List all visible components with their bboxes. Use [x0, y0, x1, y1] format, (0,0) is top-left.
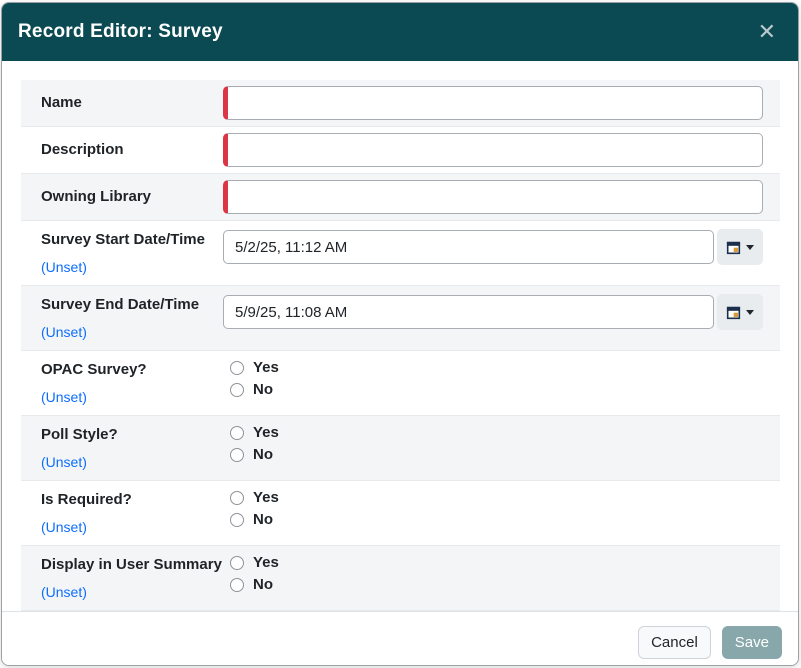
calendar-icon — [726, 240, 741, 255]
row-poll-style: Poll Style? (Unset) Yes No — [21, 416, 780, 481]
row-name: Name — [21, 80, 780, 127]
unset-link[interactable]: (Unset) — [41, 519, 87, 535]
unset-link[interactable]: (Unset) — [41, 454, 87, 470]
row-is-required: Is Required? (Unset) Yes No — [21, 481, 780, 546]
radio-icon[interactable] — [230, 426, 244, 440]
row-survey-end: Survey End Date/Time (Unset) — [21, 286, 780, 351]
is-required-radio-yes[interactable]: Yes — [230, 489, 763, 507]
row-description: Description — [21, 127, 780, 174]
dialog-header: Record Editor: Survey ✕ — [2, 3, 798, 61]
caret-down-icon — [746, 245, 754, 250]
unset-link[interactable]: (Unset) — [41, 584, 87, 600]
save-button[interactable]: Save — [722, 626, 782, 659]
radio-icon[interactable] — [230, 448, 244, 462]
radio-icon[interactable] — [230, 383, 244, 397]
display-in-user-summary-label: Display in User Summary — [41, 556, 223, 574]
description-input[interactable] — [223, 133, 763, 167]
is-required-radio-no[interactable]: No — [230, 511, 763, 529]
datepicker-toggle-button[interactable] — [717, 229, 763, 265]
is-required-label: Is Required? — [41, 491, 223, 509]
opac-survey-radio-no[interactable]: No — [230, 381, 763, 399]
poll-style-radio-yes[interactable]: Yes — [230, 424, 763, 442]
caret-down-icon — [746, 310, 754, 315]
dialog-footer: Cancel Save — [2, 611, 798, 666]
display-in-user-summary-radio-no[interactable]: No — [230, 576, 763, 594]
row-owning-library: Owning Library — [21, 174, 780, 221]
dialog-body: Name Description Owning Library — [2, 61, 798, 611]
opac-survey-label: OPAC Survey? — [41, 361, 223, 379]
radio-icon[interactable] — [230, 513, 244, 527]
unset-link[interactable]: (Unset) — [41, 259, 87, 275]
dialog-title: Record Editor: Survey — [18, 21, 223, 43]
survey-end-input[interactable] — [223, 295, 714, 329]
row-opac-survey: OPAC Survey? (Unset) Yes No — [21, 351, 780, 416]
radio-icon[interactable] — [230, 491, 244, 505]
poll-style-radio-no[interactable]: No — [230, 446, 763, 464]
name-label: Name — [41, 94, 82, 111]
name-input[interactable] — [223, 86, 763, 120]
close-icon[interactable]: ✕ — [752, 19, 782, 45]
display-in-user-summary-radio-yes[interactable]: Yes — [230, 554, 763, 572]
unset-link[interactable]: (Unset) — [41, 324, 87, 340]
poll-style-label: Poll Style? — [41, 426, 223, 444]
survey-start-input[interactable] — [223, 230, 714, 264]
owning-library-label: Owning Library — [41, 188, 151, 205]
record-editor-dialog: Record Editor: Survey ✕ Name Description — [1, 2, 799, 666]
calendar-icon — [726, 305, 741, 320]
row-display-in-user-summary: Display in User Summary (Unset) Yes No — [21, 546, 780, 611]
owning-library-input[interactable] — [223, 180, 763, 214]
description-label: Description — [41, 141, 124, 158]
opac-survey-radio-yes[interactable]: Yes — [230, 359, 763, 377]
radio-icon[interactable] — [230, 361, 244, 375]
survey-end-label: Survey End Date/Time — [41, 296, 223, 314]
survey-start-label: Survey Start Date/Time — [41, 231, 223, 249]
radio-icon[interactable] — [230, 578, 244, 592]
cancel-button[interactable]: Cancel — [638, 626, 711, 659]
row-survey-start: Survey Start Date/Time (Unset) — [21, 221, 780, 286]
unset-link[interactable]: (Unset) — [41, 389, 87, 405]
datepicker-toggle-button[interactable] — [717, 294, 763, 330]
radio-icon[interactable] — [230, 556, 244, 570]
